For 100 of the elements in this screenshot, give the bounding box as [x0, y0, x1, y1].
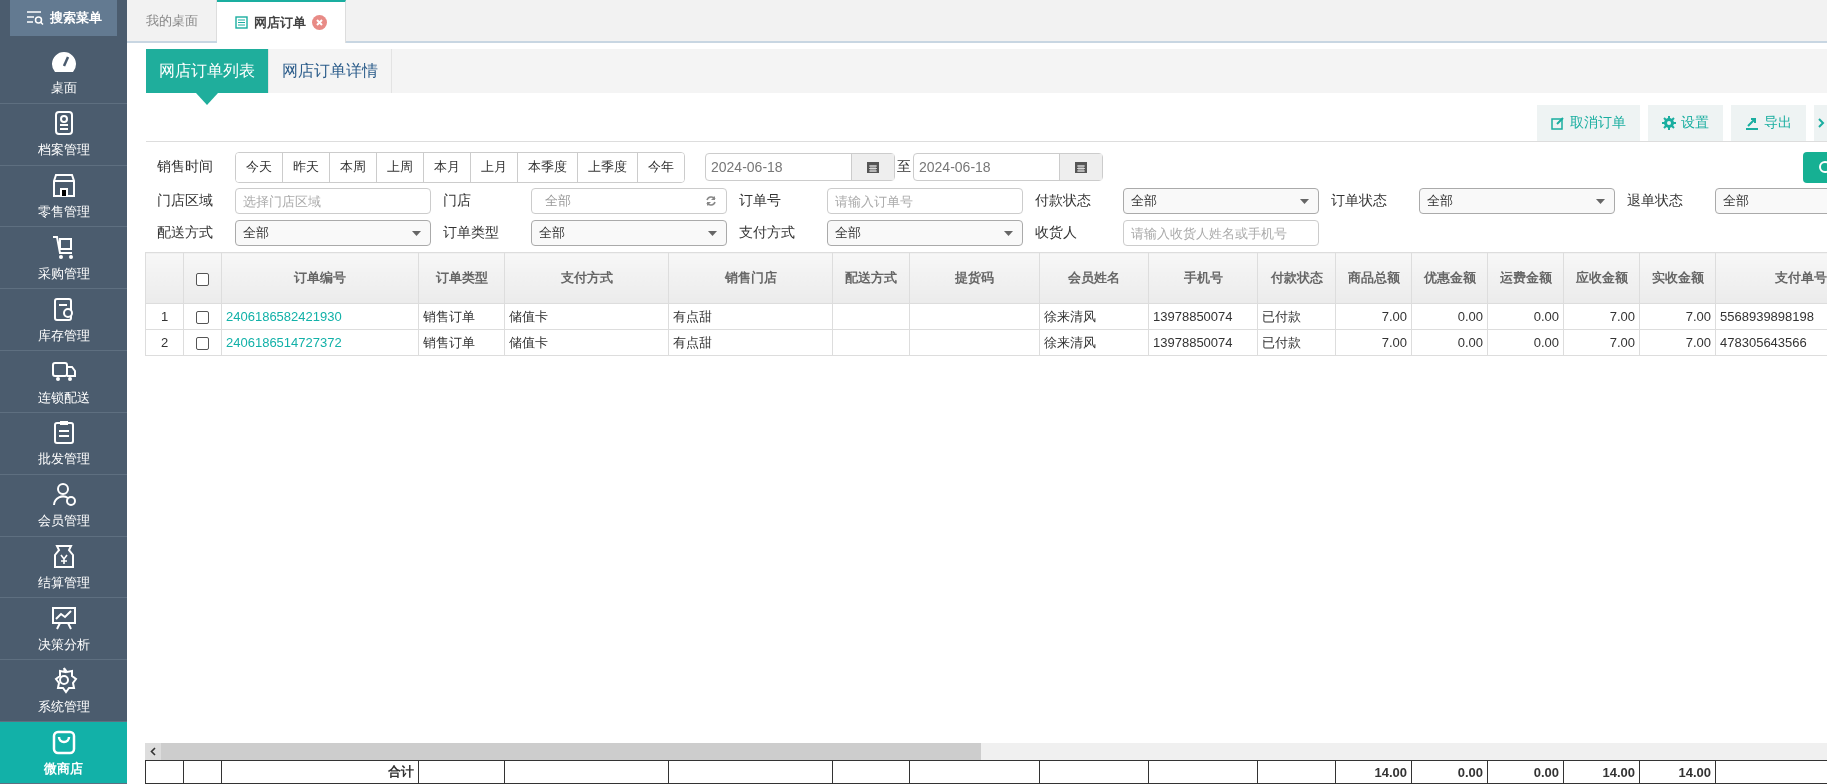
- sidebar-item[interactable]: 桌面: [0, 42, 127, 104]
- table-cell: 0.00: [1487, 329, 1564, 356]
- row-checkbox[interactable]: [196, 311, 209, 325]
- list-icon: [235, 16, 248, 29]
- column-header: 订单类型: [418, 252, 505, 304]
- column-header: 付款状态: [1257, 252, 1336, 304]
- calendar-icon: [1074, 160, 1088, 174]
- caret-icon: [1300, 198, 1309, 204]
- column-header: 支付方式: [504, 252, 669, 304]
- table-cell: 徐来清风: [1039, 329, 1149, 356]
- filter-label: 订单类型: [443, 224, 500, 242]
- table-cell: 13978850074: [1148, 329, 1258, 356]
- total-amount: 0.00: [1411, 760, 1488, 784]
- caret-icon: [1004, 230, 1013, 236]
- filter-label: 支付方式: [739, 224, 796, 242]
- table-cell: 7.00: [1639, 303, 1716, 330]
- filter-label: 退单状态: [1627, 192, 1684, 210]
- filter-label: 订单状态: [1331, 192, 1388, 210]
- select-field[interactable]: 全部: [1715, 188, 1827, 214]
- column-header: 订单编号: [221, 252, 419, 304]
- sidebar-item[interactable]: 批发管理: [0, 412, 127, 475]
- column-header: 会员姓名: [1039, 252, 1149, 304]
- sub-tab[interactable]: 网店订单详情: [269, 49, 392, 93]
- column-header: 提货码: [909, 252, 1040, 304]
- select-field[interactable]: 全部: [235, 220, 431, 246]
- filter-label: 门店区域: [157, 192, 214, 210]
- export-icon: [1745, 116, 1759, 130]
- table-cell: 7.00: [1335, 329, 1412, 356]
- total-amount: 14.00: [1563, 760, 1640, 784]
- row-checkbox[interactable]: [196, 337, 209, 351]
- sidebar-item[interactable]: 采购管理: [0, 227, 127, 290]
- total-amount: 14.00: [1639, 760, 1716, 784]
- filter-label: 销售时间: [157, 158, 214, 176]
- table-cell: 徐来清风: [1039, 303, 1149, 330]
- table-cell: 储值卡: [504, 329, 669, 356]
- table-cell: 已付款: [1257, 329, 1336, 356]
- caret-icon: [708, 230, 717, 236]
- search-button[interactable]: [1803, 151, 1827, 183]
- tab[interactable]: 网店订单: [217, 0, 346, 43]
- sidebar-item[interactable]: 决策分析: [0, 598, 127, 661]
- table-cell: 13978850074: [1148, 303, 1258, 330]
- settings-icon: [1662, 116, 1676, 130]
- table-cell: 7.00: [1335, 303, 1412, 330]
- date-range-button[interactable]: 今天: [236, 152, 283, 182]
- select-field[interactable]: 全部: [1419, 188, 1615, 214]
- select-field[interactable]: 全部: [827, 220, 1023, 246]
- column-header: 运费金额: [1487, 252, 1564, 304]
- date-field[interactable]: 2024-06-18: [705, 153, 895, 181]
- filter-label: 订单号: [739, 192, 782, 210]
- total-amount: 14.00: [1335, 760, 1412, 784]
- table-cell: 储值卡: [504, 303, 669, 330]
- sidebar-item[interactable]: 零售管理: [0, 165, 127, 228]
- table-cell: 0.00: [1411, 303, 1488, 330]
- column-header: 优惠金额: [1411, 252, 1488, 304]
- column-header: 应收金额: [1563, 252, 1640, 304]
- sidebar-item[interactable]: 结算管理: [0, 536, 127, 599]
- filter-label: 付款状态: [1035, 192, 1092, 210]
- select-field[interactable]: 全部: [531, 220, 727, 246]
- table-cell: 0.00: [1411, 329, 1488, 356]
- table-cell: 7.00: [1563, 329, 1640, 356]
- date-field[interactable]: 2024-06-18: [913, 153, 1103, 181]
- calendar-icon: [866, 160, 880, 174]
- row-number: 1: [145, 303, 184, 330]
- filter-label: 收货人: [1035, 224, 1078, 242]
- scrollbar-thumb[interactable]: [161, 743, 981, 760]
- total-label: 合计: [221, 760, 419, 784]
- refresh-icon: [705, 195, 717, 207]
- pointer-icon: [196, 93, 218, 105]
- menu-search-icon: [25, 10, 44, 26]
- select-all-checkbox[interactable]: [196, 272, 209, 286]
- input-field[interactable]: 请输入订单号: [827, 188, 1023, 214]
- table-cell: 有点甜: [668, 329, 833, 356]
- table-cell: 7.00: [1639, 329, 1716, 356]
- caret-icon: [1596, 198, 1605, 204]
- sidebar-item[interactable]: 档案管理: [0, 103, 127, 166]
- sidebar-item[interactable]: 库存管理: [0, 289, 127, 352]
- search-menu-button[interactable]: 搜索菜单: [10, 0, 117, 36]
- select-field[interactable]: 全部: [1123, 188, 1319, 214]
- scroll-left-icon[interactable]: [150, 747, 156, 756]
- filter-label: 门店: [443, 192, 472, 210]
- input-field[interactable]: 选择门店区域: [235, 188, 431, 214]
- column-header: 手机号: [1148, 252, 1258, 304]
- column-header: 支付单号: [1715, 252, 1827, 304]
- caret-icon: [412, 230, 421, 236]
- input-field[interactable]: 请输入收货人姓名或手机号: [1123, 220, 1319, 246]
- column-header: 商品总额: [1335, 252, 1412, 304]
- total-amount: 0.00: [1487, 760, 1564, 784]
- column-header: 实收金额: [1639, 252, 1716, 304]
- sidebar-item[interactable]: 会员管理: [0, 474, 127, 537]
- range-separator: 至: [897, 158, 911, 176]
- row-number: 2: [145, 329, 184, 356]
- table-cell: 销售订单: [418, 329, 505, 356]
- search-icon: [1817, 160, 1827, 174]
- edit-icon: [1551, 116, 1565, 130]
- table-cell: 销售订单: [418, 303, 505, 330]
- sidebar-item[interactable]: 连锁配送: [0, 351, 127, 413]
- table-cell: 7.00: [1563, 303, 1640, 330]
- table-cell: 有点甜: [668, 303, 833, 330]
- column-header: 配送方式: [832, 252, 910, 304]
- filter-label: 配送方式: [157, 224, 214, 242]
